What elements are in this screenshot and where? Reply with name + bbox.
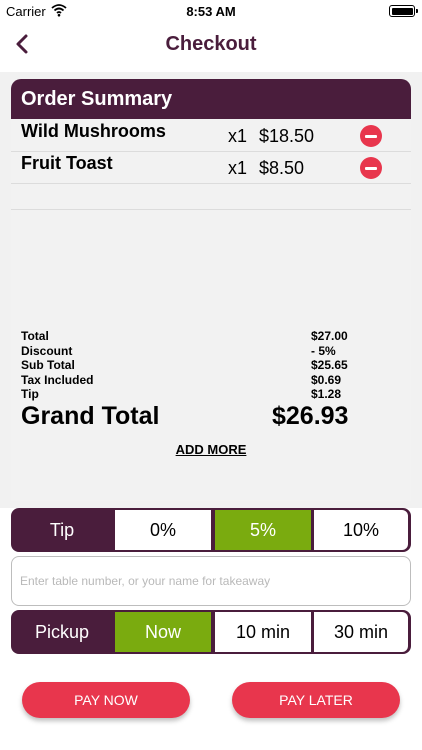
- pickup-option-10-min[interactable]: 10 min: [215, 612, 311, 652]
- item-price: $18.50: [259, 126, 315, 146]
- tip-option-0[interactable]: 0%: [115, 510, 211, 550]
- item-divider: [11, 151, 411, 152]
- pickup-selector: Pickup Now 10 min 30 min: [11, 610, 411, 654]
- pay-later-button[interactable]: PAY LATER: [232, 682, 400, 718]
- table-number-input[interactable]: [11, 556, 411, 606]
- totals-row: Total $27.00: [21, 329, 361, 344]
- pay-now-button[interactable]: PAY NOW: [22, 682, 190, 718]
- remove-item-icon[interactable]: [360, 157, 382, 179]
- status-bar: Carrier 8:53 AM: [0, 0, 422, 22]
- add-more-link[interactable]: ADD MORE: [176, 442, 247, 457]
- totals-label: Tip: [21, 387, 39, 401]
- nav-bar: Checkout: [0, 22, 422, 66]
- totals-value: - 5%: [311, 344, 336, 358]
- totals-label: Total: [21, 329, 49, 343]
- remove-item-icon[interactable]: [360, 125, 382, 147]
- order-summary-title: Order Summary: [21, 88, 173, 110]
- order-item: Wild Mushrooms x1 $18.50: [11, 121, 411, 153]
- pickup-label: Pickup: [34, 622, 90, 642]
- checkout-screen: Carrier 8:53 AM Checkout Order Summary W…: [0, 0, 422, 750]
- totals-row: Sub Total $25.65: [21, 358, 361, 373]
- item-divider: [11, 183, 411, 184]
- totals-value: $1.28: [311, 387, 342, 401]
- totals-row: Tip $1.28: [21, 387, 361, 402]
- totals-value: $0.69: [311, 373, 342, 387]
- totals-value: $25.65: [311, 358, 348, 372]
- item-price: $8.50: [259, 158, 305, 178]
- add-more-container: ADD MORE: [0, 442, 422, 457]
- totals-row: Tax Included $0.69: [21, 373, 361, 388]
- tip-label: Tip: [49, 520, 75, 540]
- tip-selector: Tip 0% 5% 10%: [11, 508, 411, 552]
- item-quantity: x1: [228, 158, 248, 178]
- order-item: Fruit Toast x1 $8.50: [11, 153, 411, 185]
- totals-label: Sub Total: [21, 358, 75, 372]
- totals-label: Tax Included: [21, 373, 94, 387]
- item-divider: [11, 209, 411, 210]
- totals-label: Discount: [21, 344, 73, 358]
- page-title: Checkout: [165, 33, 257, 55]
- tip-option-5[interactable]: 5%: [215, 510, 311, 550]
- item-quantity: x1: [228, 126, 248, 146]
- grand-total-value: $26.93: [272, 402, 349, 430]
- battery-icon: [389, 5, 418, 17]
- status-time: 8:53 AM: [186, 4, 236, 19]
- order-summary-header: Order Summary: [11, 79, 411, 119]
- pickup-option-now[interactable]: Now: [115, 612, 211, 652]
- grand-total-label: Grand Total: [21, 402, 160, 430]
- pickup-option-30-min[interactable]: 30 min: [314, 612, 408, 652]
- totals-row: Discount - 5%: [21, 344, 361, 359]
- item-name: Wild Mushrooms: [21, 121, 166, 141]
- tip-option-10[interactable]: 10%: [314, 510, 408, 550]
- totals-value: $27.00: [311, 329, 348, 343]
- item-name: Fruit Toast: [21, 153, 113, 173]
